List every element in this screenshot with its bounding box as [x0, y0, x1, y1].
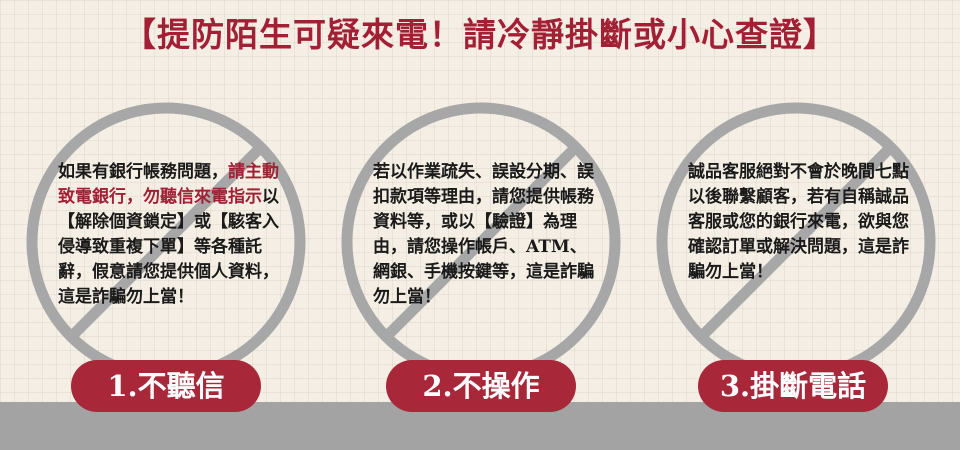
rule-label-dont-operate: 2.不操作: [386, 360, 576, 412]
warning-card-2: 若以作業疏失、誤設分期、誤扣款項等理由，請您提供帳務資料等，或以【驗證】為理由，…: [331, 92, 631, 412]
card-text: 如果有銀行帳務問題，請主動致電銀行，勿聽信來電指示以【解除個資鎖定】或【駭客入侵…: [58, 160, 288, 310]
card-text-segment: 若以作業疏失、誤設分期、誤扣款項等理由，請您提供帳務資料等，或以【驗證】為理由，…: [373, 162, 594, 307]
card-text-segment: 誠品客服絕對不會於晚間七點以後聯繫顧客，若有自稱誠品客服或您的銀行來電，欲與您確…: [688, 162, 909, 282]
card-text: 若以作業疏失、誤設分期、誤扣款項等理由，請您提供帳務資料等，或以【驗證】為理由，…: [373, 160, 603, 310]
rule-label-dont-believe: 1.不聽信: [71, 360, 261, 412]
rule-label-hang-up: 3.掛斷電話: [698, 360, 888, 412]
warning-card-3: 誠品客服絕對不會於晚間七點以後聯繫顧客，若有自稱誠品客服或您的銀行來電，欲與您確…: [646, 92, 946, 412]
card-text: 誠品客服絕對不會於晚間七點以後聯繫顧客，若有自稱誠品客服或您的銀行來電，欲與您確…: [688, 160, 918, 285]
card-text-segment: 如果有銀行帳務問題，: [58, 162, 228, 182]
page-title: 【提防陌生可疑來電！請冷靜掛斷或小心查證】: [123, 15, 837, 54]
warning-card-1: 如果有銀行帳務問題，請主動致電銀行，勿聽信來電指示以【解除個資鎖定】或【駭客入侵…: [16, 92, 316, 412]
